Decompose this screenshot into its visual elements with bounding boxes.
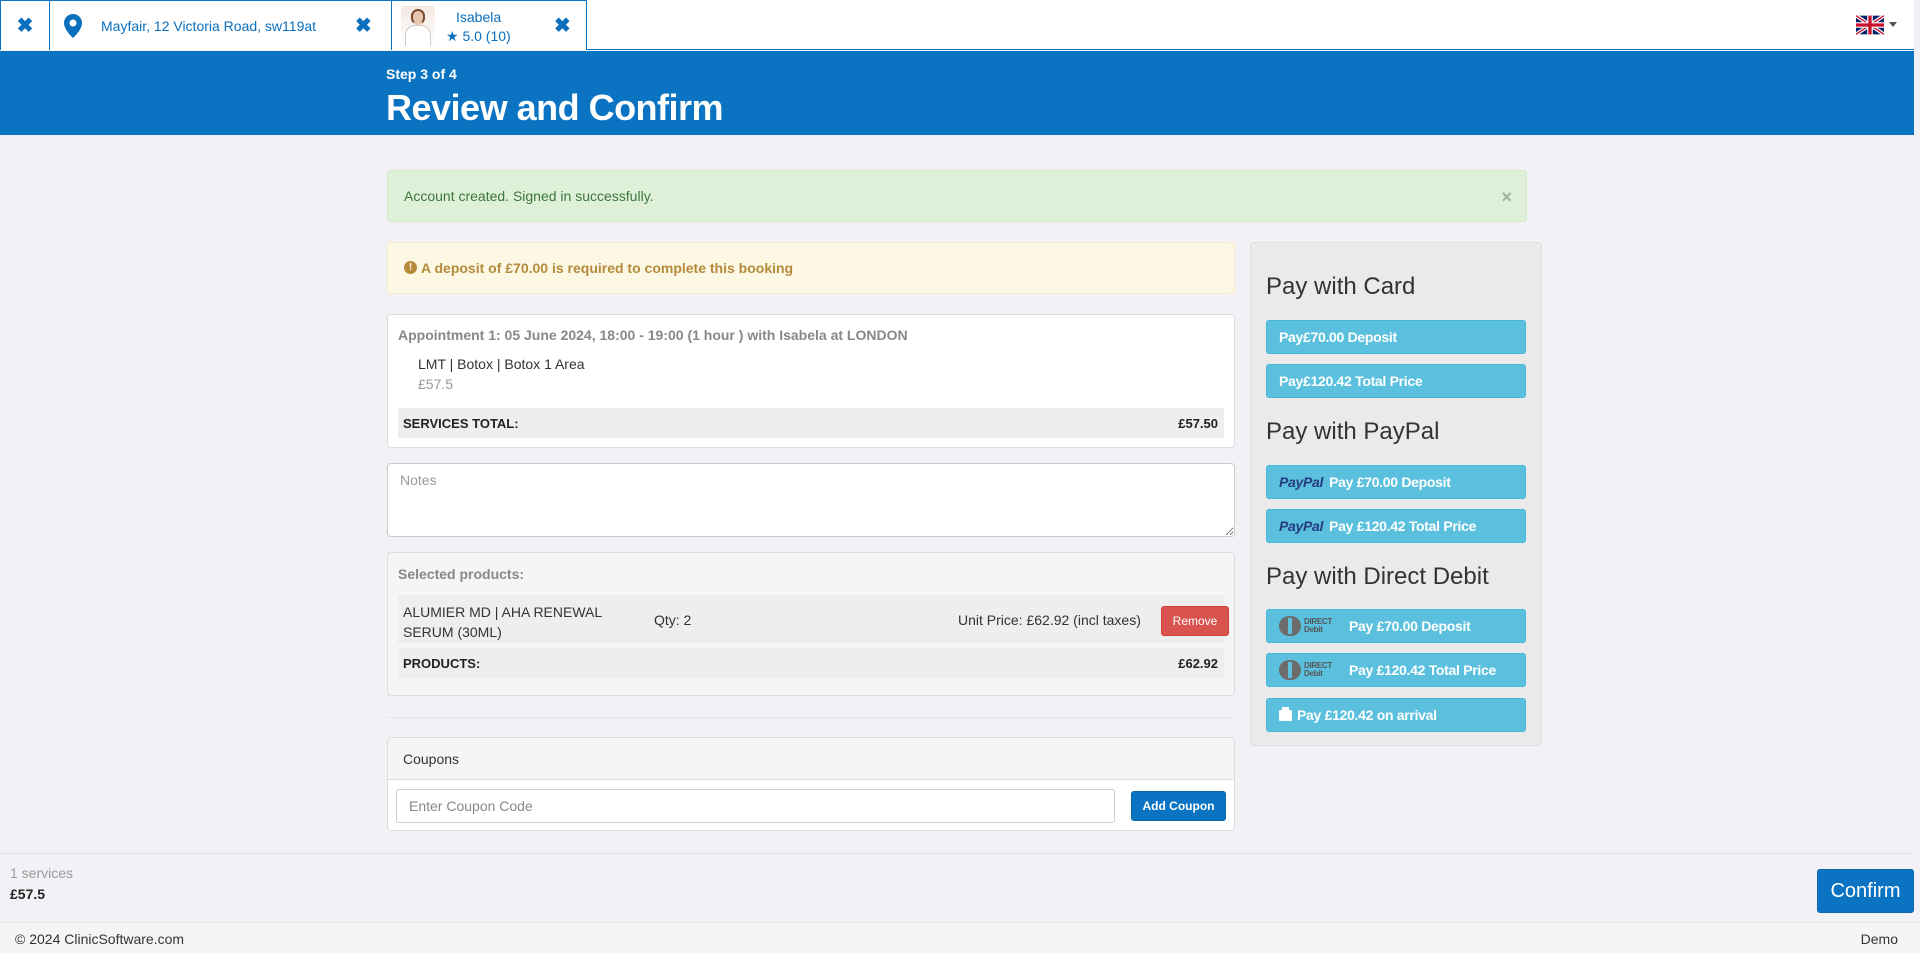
exclamation-icon: ! xyxy=(404,261,417,274)
services-sum: £57.5 xyxy=(10,886,46,902)
staff-name: Isabela xyxy=(456,9,502,25)
confirm-button[interactable]: Confirm xyxy=(1817,869,1914,913)
tab-location[interactable]: Mayfair, 12 Victoria Road, sw119at ✖ xyxy=(49,0,392,50)
services-total-value: £57.50 xyxy=(1178,416,1218,431)
appointment-panel: Appointment 1: 05 June 2024, 18:00 - 19:… xyxy=(387,314,1235,448)
direct-debit-logo-icon: DIRECT Debit xyxy=(1279,660,1339,680)
products-total-value: £62.92 xyxy=(1178,656,1218,671)
paypal-logo-icon: PayPal xyxy=(1279,474,1324,490)
staff-avatar xyxy=(401,6,435,46)
staff-rating: ★ 5.0 (10) xyxy=(446,28,511,44)
direct-debit-logo-icon: DIRECT Debit xyxy=(1279,616,1339,636)
page-footer: © 2024 ClinicSoftware.com Demo xyxy=(0,922,1920,953)
close-location-icon[interactable]: ✖ xyxy=(355,16,372,36)
direct-debit-total-label: Pay £120.42 Total Price xyxy=(1349,662,1496,678)
booking-summary-bar: 1 services £57.5 Confirm xyxy=(0,853,1914,922)
close-icon: ✖ xyxy=(16,14,34,37)
add-coupon-button[interactable]: Add Coupon xyxy=(1131,791,1226,821)
success-alert: Account created. Signed in successfully.… xyxy=(387,170,1527,222)
page-header: Step 3 of 4 Review and Confirm xyxy=(0,51,1914,135)
chevron-down-icon[interactable] xyxy=(1889,22,1897,27)
paypal-total-label: Pay £120.42 Total Price xyxy=(1329,518,1477,534)
services-total-row: SERVICES TOTAL: £57.50 xyxy=(398,408,1224,438)
divider xyxy=(387,717,1235,718)
direct-debit-deposit-button[interactable]: DIRECT Debit Pay £70.00 Deposit xyxy=(1266,609,1526,643)
success-message: Account created. Signed in successfully. xyxy=(404,188,654,204)
copyright: © 2024 ClinicSoftware.com xyxy=(15,931,185,947)
notes-input[interactable] xyxy=(387,463,1235,537)
products-total-label: PRODUCTS: xyxy=(403,656,481,671)
close-all-button[interactable]: ✖ xyxy=(0,0,50,50)
pay-card-heading: Pay with Card xyxy=(1266,273,1416,300)
selected-products-panel: Selected products: ALUMIER MD | AHA RENE… xyxy=(387,552,1235,696)
product-qty: Qty: 2 xyxy=(654,612,692,628)
card-total-button[interactable]: Pay£120.42 Total Price xyxy=(1266,364,1526,398)
products-total-row: PRODUCTS: £62.92 xyxy=(398,648,1224,678)
paypal-total-button[interactable]: PayPal Pay £120.42 Total Price xyxy=(1266,509,1526,543)
close-staff-icon[interactable]: ✖ xyxy=(554,16,571,36)
coupon-code-input[interactable] xyxy=(396,789,1115,823)
appointment-price: £57.5 xyxy=(418,376,454,392)
services-total-label: SERVICES TOTAL: xyxy=(403,416,519,431)
remove-product-button[interactable]: Remove xyxy=(1161,606,1229,636)
dd-logo-line2: Debit xyxy=(1304,625,1323,634)
payment-panel: Pay with Card Pay£70.00 Deposit Pay£120.… xyxy=(1250,242,1542,746)
product-unit-price: Unit Price: £62.92 (incl taxes) xyxy=(958,612,1141,628)
deposit-warning-text: A deposit of £70.00 is required to compl… xyxy=(421,260,794,276)
pay-on-arrival-button[interactable]: Pay £120.42 on arrival xyxy=(1266,698,1526,732)
coupons-header: Coupons xyxy=(388,738,1234,780)
appointment-service: LMT | Botox | Botox 1 Area xyxy=(418,356,585,372)
demo-label: Demo xyxy=(1860,931,1898,947)
product-name: ALUMIER MD | AHA RENEWAL SERUM (30ML) xyxy=(403,604,602,640)
close-alert-icon[interactable]: × xyxy=(1501,187,1512,208)
product-row: ALUMIER MD | AHA RENEWAL SERUM (30ML) Qt… xyxy=(398,595,1229,643)
deposit-warning: ! A deposit of £70.00 is required to com… xyxy=(387,242,1235,294)
selected-products-title: Selected products: xyxy=(398,566,525,582)
paypal-logo-icon: PayPal xyxy=(1279,518,1324,534)
coupons-panel: Coupons Add Coupon xyxy=(387,737,1235,831)
dd-logo-line2: Debit xyxy=(1304,669,1323,678)
pay-paypal-heading: Pay with PayPal xyxy=(1266,418,1440,445)
step-indicator: Step 3 of 4 xyxy=(386,66,457,82)
direct-debit-deposit-label: Pay £70.00 Deposit xyxy=(1349,618,1471,634)
card-deposit-button[interactable]: Pay£70.00 Deposit xyxy=(1266,320,1526,354)
print-icon xyxy=(1279,706,1292,721)
location-label: Mayfair, 12 Victoria Road, sw119at xyxy=(101,18,317,34)
top-tab-bar: ✖ Mayfair, 12 Victoria Road, sw119at ✖ I… xyxy=(0,0,1914,50)
pay-on-arrival-label: Pay £120.42 on arrival xyxy=(1297,707,1437,723)
paypal-deposit-button[interactable]: PayPal Pay £70.00 Deposit xyxy=(1266,465,1526,499)
coupons-title: Coupons xyxy=(403,751,460,767)
card-total-label: Pay£120.42 Total Price xyxy=(1279,373,1423,389)
appointment-title: Appointment 1: 05 June 2024, 18:00 - 19:… xyxy=(398,327,908,343)
direct-debit-total-button[interactable]: DIRECT Debit Pay £120.42 Total Price xyxy=(1266,653,1526,687)
paypal-deposit-label: Pay £70.00 Deposit xyxy=(1329,474,1451,490)
card-deposit-label: Pay£70.00 Deposit xyxy=(1279,329,1397,345)
pay-direct-debit-heading: Pay with Direct Debit xyxy=(1266,563,1489,590)
map-pin-icon xyxy=(64,14,82,38)
page-title: Review and Confirm xyxy=(386,87,724,128)
services-count: 1 services xyxy=(10,865,74,881)
uk-flag-icon[interactable] xyxy=(1856,15,1884,35)
tab-staff[interactable]: Isabela ★ 5.0 (10) ✖ xyxy=(391,0,587,50)
